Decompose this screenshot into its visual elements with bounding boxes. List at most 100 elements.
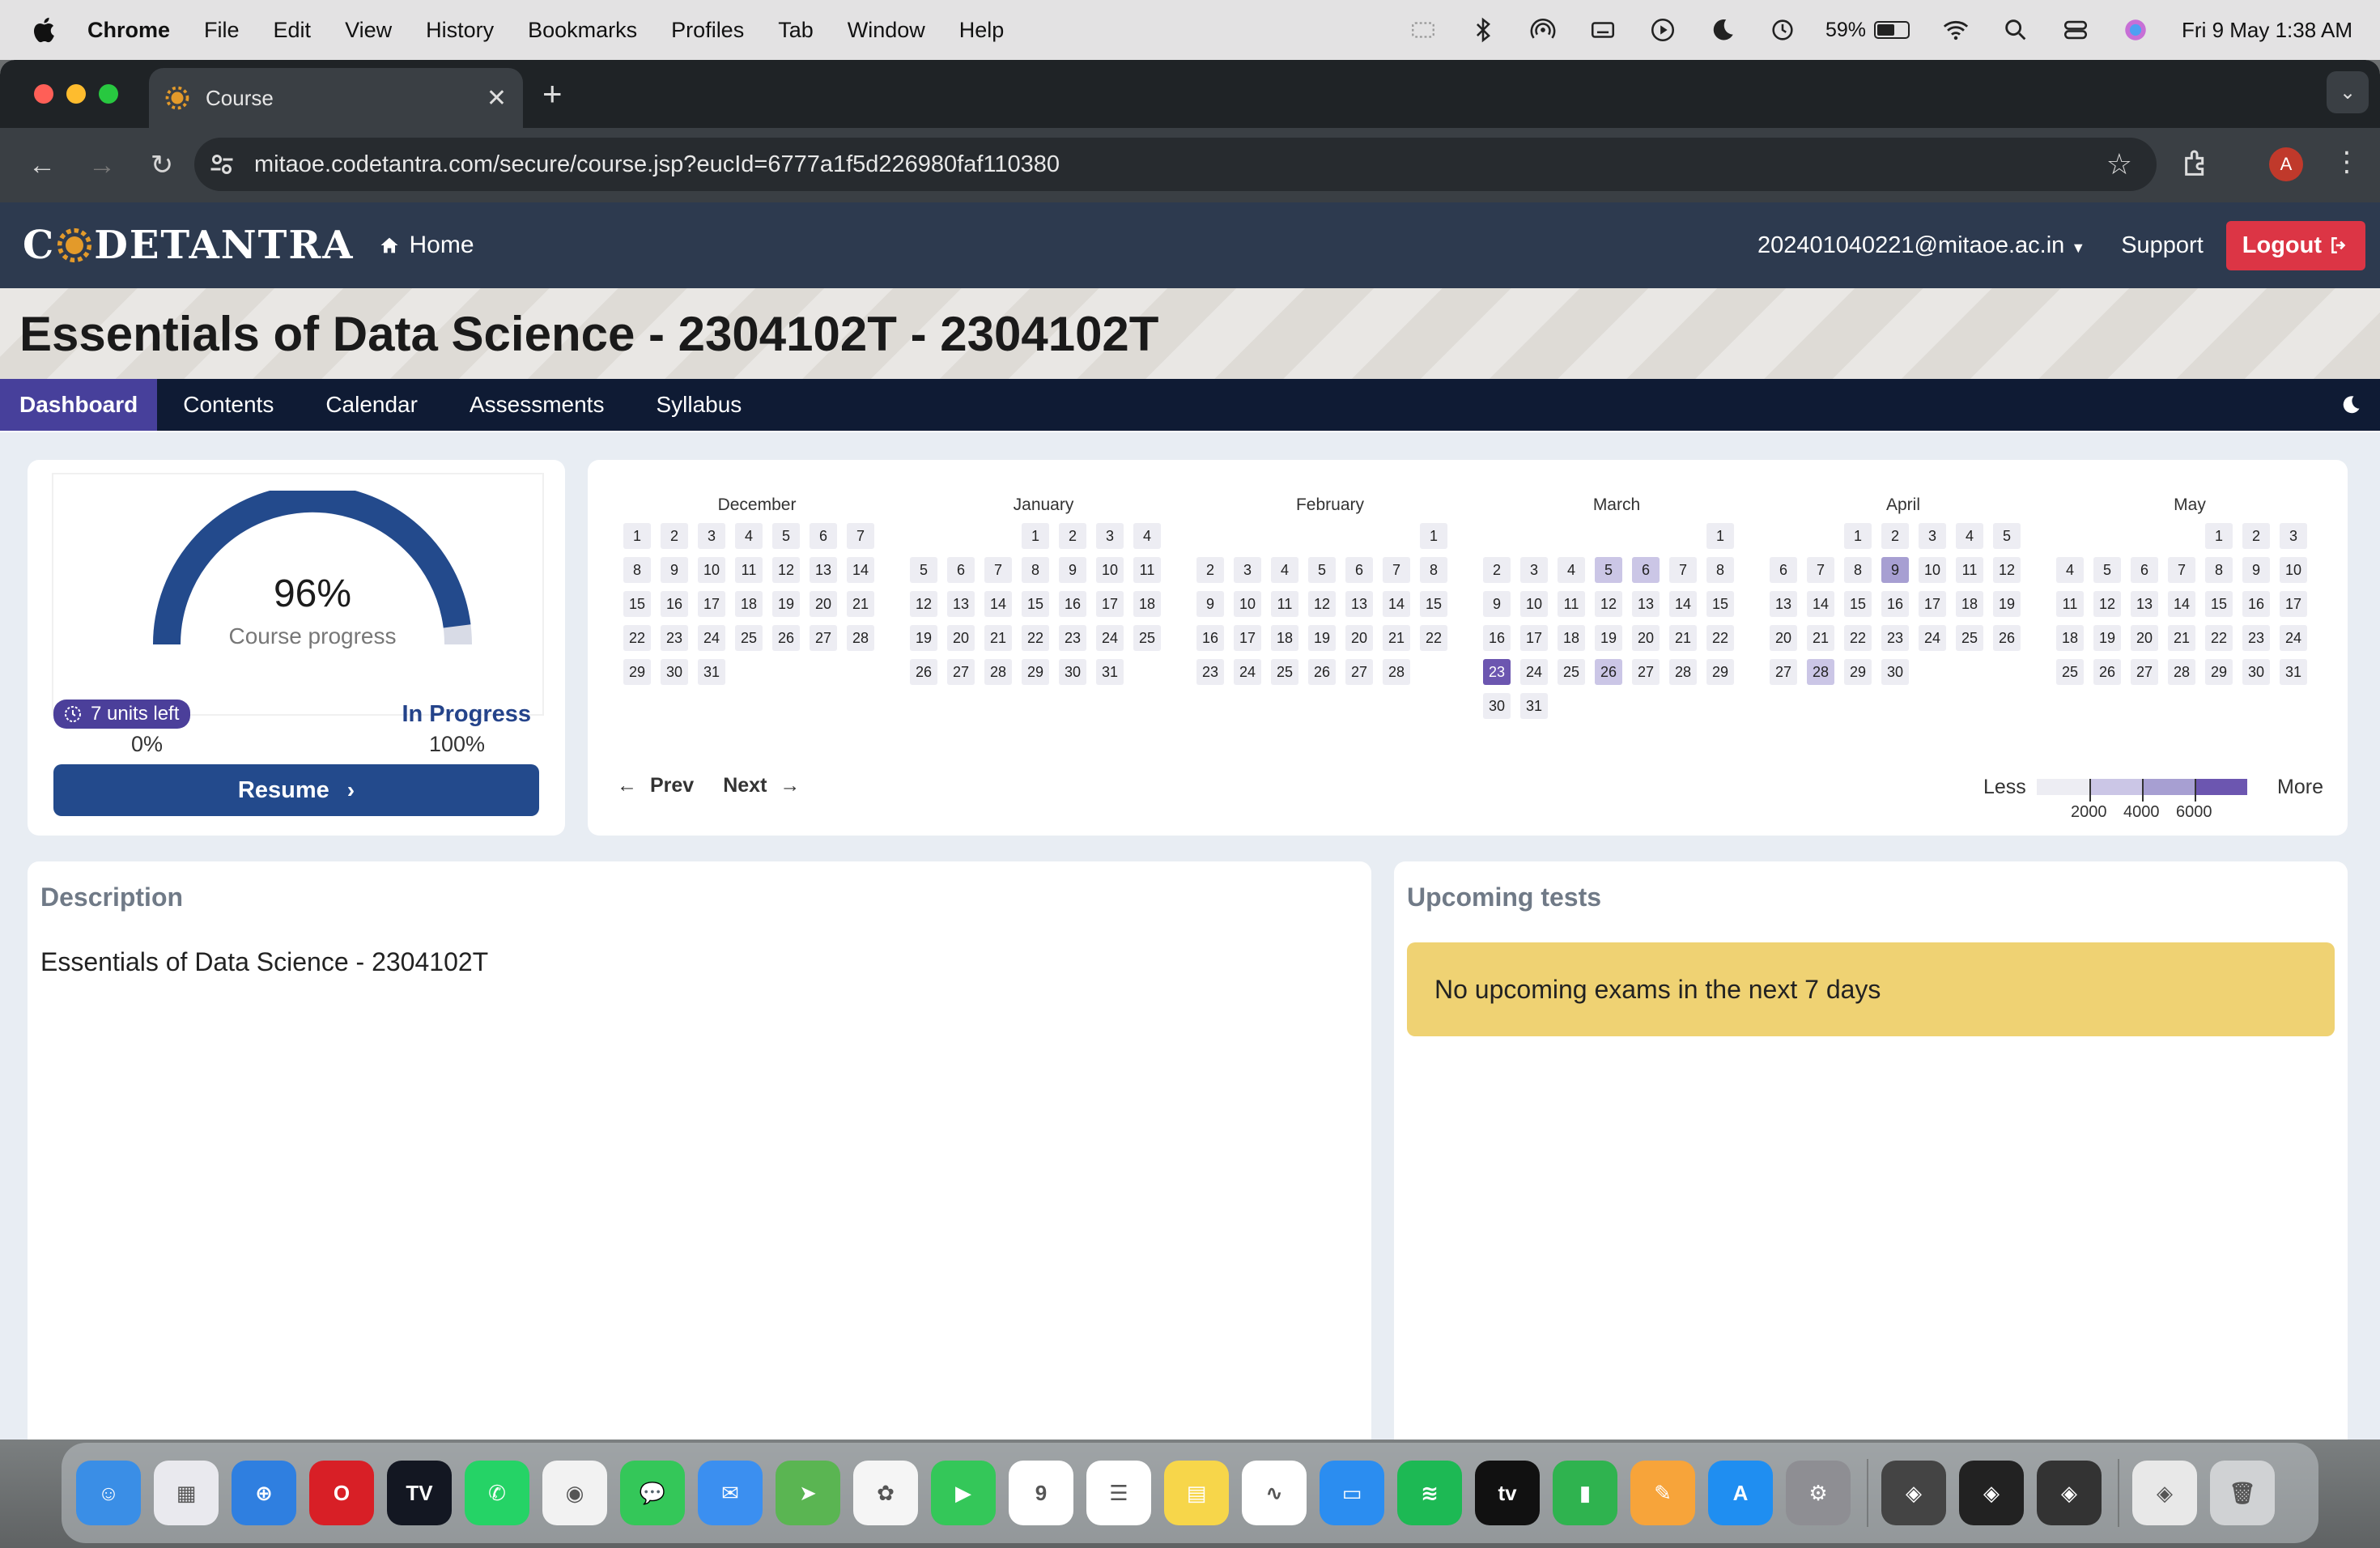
- calendar-day[interactable]: 26: [2093, 659, 2121, 685]
- menu-file[interactable]: File: [204, 18, 240, 43]
- time-machine-icon[interactable]: [1769, 16, 1796, 44]
- calendar-day[interactable]: 29: [1706, 659, 1734, 685]
- calendar-day[interactable]: 19: [772, 591, 800, 617]
- calendar-day[interactable]: 24: [698, 625, 725, 651]
- siri-icon[interactable]: [2122, 16, 2149, 44]
- calendar-day[interactable]: 13: [1632, 591, 1660, 617]
- calendar-day[interactable]: 28: [984, 659, 1012, 685]
- calendar-day[interactable]: 13: [947, 591, 975, 617]
- calendar-day[interactable]: 4: [1956, 523, 1983, 549]
- calendar-day[interactable]: 10: [698, 557, 725, 583]
- calendar-day[interactable]: 15: [1706, 591, 1734, 617]
- calendar-day[interactable]: 18: [2056, 625, 2084, 651]
- calendar-day[interactable]: 16: [1483, 625, 1511, 651]
- calendar-day[interactable]: 6: [947, 557, 975, 583]
- calendar-day[interactable]: 11: [735, 557, 763, 583]
- calendar-day[interactable]: 10: [1096, 557, 1124, 583]
- calendar-day[interactable]: 7: [1383, 557, 1410, 583]
- calendar-day[interactable]: 8: [1844, 557, 1872, 583]
- calendar-day[interactable]: 10: [1234, 591, 1261, 617]
- calendar-day[interactable]: 2: [1483, 557, 1511, 583]
- tab-contents[interactable]: Contents: [157, 379, 300, 431]
- calendar-day[interactable]: 25: [1558, 659, 1585, 685]
- calendar-day[interactable]: 18: [1133, 591, 1161, 617]
- calendar-day[interactable]: 22: [1022, 625, 1049, 651]
- calendar-day[interactable]: 7: [2168, 557, 2195, 583]
- calendar-day[interactable]: 15: [1420, 591, 1447, 617]
- unity-2-icon[interactable]: ◈: [2037, 1461, 2102, 1525]
- close-window-button[interactable]: [34, 84, 53, 104]
- calendar-day[interactable]: 3: [1234, 557, 1261, 583]
- calendar-day[interactable]: 21: [847, 591, 874, 617]
- chrome-icon[interactable]: ◉: [542, 1461, 607, 1525]
- calendar-day[interactable]: 22: [623, 625, 651, 651]
- trash-icon[interactable]: 🗑: [2210, 1461, 2275, 1525]
- menu-bookmarks[interactable]: Bookmarks: [528, 18, 637, 43]
- calendar-day[interactable]: 11: [1558, 591, 1585, 617]
- calendar-day[interactable]: 17: [2280, 591, 2307, 617]
- calendar-day[interactable]: 16: [1059, 591, 1086, 617]
- battery-icon[interactable]: [1866, 21, 1910, 39]
- calendar-day[interactable]: 3: [1096, 523, 1124, 549]
- calendar-icon[interactable]: 9: [1009, 1461, 1073, 1525]
- system-settings-icon[interactable]: ⚙: [1786, 1461, 1851, 1525]
- calendar-day[interactable]: 27: [1770, 659, 1797, 685]
- resume-button[interactable]: Resume ›: [53, 764, 539, 816]
- calendar-day[interactable]: 4: [1558, 557, 1585, 583]
- pages-icon[interactable]: ✎: [1630, 1461, 1695, 1525]
- calendar-day[interactable]: 15: [623, 591, 651, 617]
- unity-1-icon[interactable]: ◈: [1959, 1461, 2024, 1525]
- calendar-day[interactable]: 9: [2242, 557, 2270, 583]
- calendar-day[interactable]: 26: [1993, 625, 2021, 651]
- calendar-day[interactable]: 28: [1807, 659, 1834, 685]
- numbers-icon[interactable]: ▮: [1553, 1461, 1617, 1525]
- new-tab-icon[interactable]: +: [542, 74, 563, 113]
- notes-icon[interactable]: ▤: [1164, 1461, 1229, 1525]
- calendar-day[interactable]: 12: [1595, 591, 1622, 617]
- spotify-icon[interactable]: ≋: [1397, 1461, 1462, 1525]
- calendar-day[interactable]: 1: [1844, 523, 1872, 549]
- calendar-day[interactable]: 11: [2056, 591, 2084, 617]
- tab-close-icon[interactable]: ✕: [487, 84, 507, 113]
- calendar-day[interactable]: 25: [1133, 625, 1161, 651]
- reload-icon[interactable]: ↻: [144, 149, 180, 181]
- calendar-day[interactable]: 4: [1271, 557, 1298, 583]
- calendar-day[interactable]: 7: [1669, 557, 1697, 583]
- calendar-day[interactable]: 9: [1196, 591, 1224, 617]
- focus-moon-icon[interactable]: [1709, 16, 1736, 44]
- calendar-day[interactable]: 2: [1196, 557, 1224, 583]
- tab-search-chevron-icon[interactable]: ⌄: [2327, 71, 2369, 113]
- calendar-day[interactable]: 27: [1632, 659, 1660, 685]
- calendar-day[interactable]: 20: [1770, 625, 1797, 651]
- calendar-day[interactable]: 26: [910, 659, 937, 685]
- zoom-window-button[interactable]: [99, 84, 118, 104]
- calendar-day[interactable]: 6: [1632, 557, 1660, 583]
- codetantra-logo[interactable]: C DETANTRA: [23, 223, 354, 268]
- calendar-day[interactable]: 13: [810, 557, 837, 583]
- control-center-icon[interactable]: [2062, 16, 2089, 44]
- calendar-day[interactable]: 11: [1956, 557, 1983, 583]
- chrome-menu-icon[interactable]: ⋮: [2333, 146, 2361, 178]
- tradingview-icon[interactable]: TV: [387, 1461, 452, 1525]
- calendar-day[interactable]: 27: [1345, 659, 1373, 685]
- calendar-day[interactable]: 19: [910, 625, 937, 651]
- calendar-day[interactable]: 23: [1881, 625, 1909, 651]
- calendar-day[interactable]: 19: [2093, 625, 2121, 651]
- calendar-day[interactable]: 17: [698, 591, 725, 617]
- calendar-day[interactable]: 1: [2205, 523, 2233, 549]
- user-menu-dropdown[interactable]: 202401040221@mitaoe.ac.in ▼: [1757, 232, 2085, 259]
- calendar-day[interactable]: 3: [1919, 523, 1946, 549]
- calendar-day[interactable]: 2: [1881, 523, 1909, 549]
- calendar-day[interactable]: 24: [1919, 625, 1946, 651]
- keynote-icon[interactable]: ▭: [1320, 1461, 1384, 1525]
- tab-syllabus[interactable]: Syllabus: [630, 379, 767, 431]
- calendar-day[interactable]: 14: [847, 557, 874, 583]
- calendar-day[interactable]: 22: [1844, 625, 1872, 651]
- calendar-day[interactable]: 24: [1520, 659, 1548, 685]
- calendar-day[interactable]: 6: [810, 523, 837, 549]
- menu-window[interactable]: Window: [848, 18, 925, 43]
- calendar-day[interactable]: 17: [1234, 625, 1261, 651]
- play-icon[interactable]: [1649, 16, 1677, 44]
- prev-button[interactable]: Prev: [650, 774, 694, 797]
- calendar-day[interactable]: 14: [1669, 591, 1697, 617]
